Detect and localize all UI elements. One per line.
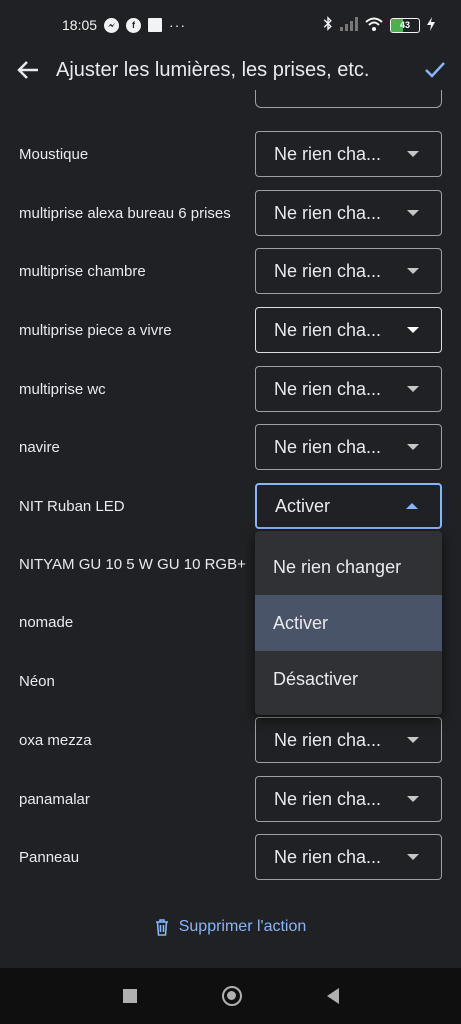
dropdown-arrow-icon [407,444,419,450]
device-row: Moustique Ne rien cha... [0,130,461,178]
device-label: multiprise wc [19,380,106,398]
menu-option-no-change[interactable]: Ne rien changer [255,539,442,595]
select-value: Ne rien cha... [274,319,382,340]
menu-option-deactivate[interactable]: Désactiver [255,651,442,707]
check-icon [425,62,445,78]
dropdown-arrow-icon [407,854,419,860]
delete-action-label: Supprimer l'action [178,918,307,935]
device-row: multiprise chambre Ne rien cha... [0,247,461,295]
notification-square-icon [148,18,163,32]
dropdown-menu: Ne rien changer Activer Désactiver [255,531,442,715]
select-value: Ne rien cha... [274,143,382,164]
confirm-button[interactable] [409,50,461,90]
status-time: 18:05 [62,17,98,33]
action-select[interactable]: Ne rien cha... [255,776,442,822]
select-value: Ne rien cha... [274,202,382,223]
device-row: panamalar Ne rien cha... [0,775,461,823]
messenger-icon [104,17,120,33]
select-value: Ne rien cha... [274,788,382,809]
device-label: Néon [19,672,55,690]
dropdown-arrow-icon [407,151,419,157]
device-row: NIT Ruban LED Activer [0,482,461,530]
action-select[interactable]: Ne rien cha... [255,307,442,353]
status-left: 18:05 f ··· [62,17,186,33]
wifi-icon [365,17,383,34]
device-row: oxa mezza Ne rien cha... [0,716,461,764]
device-row: multiprise wc Ne rien cha... [0,365,461,413]
device-label: panamalar [19,790,90,808]
facebook-icon: f [126,17,142,33]
bluetooth-icon [323,16,333,34]
action-select[interactable]: Ne rien cha... [255,190,442,236]
dropdown-arrow-icon [407,268,419,274]
device-list: Moustique Ne rien cha... multiprise alex… [0,90,461,968]
home-button[interactable] [221,986,242,1006]
page-title: Ajuster les lumières, les prises, etc. [56,58,370,81]
device-row: multiprise alexa bureau 6 prises Ne rien… [0,189,461,237]
battery-icon: 43 [390,17,420,33]
device-label: NITYAM GU 10 5 W GU 10 RGB+ [19,555,246,573]
select-value: Ne rien cha... [274,436,382,457]
signal-icon [340,16,358,34]
dropdown-arrow-up-icon [406,503,418,509]
app-bar: Ajuster les lumières, les prises, etc. [0,50,461,90]
dropdown-arrow-icon [407,210,419,216]
action-select[interactable]: Ne rien cha... [255,424,442,470]
select-value: Ne rien cha... [274,260,382,281]
dropdown-arrow-icon [407,386,419,392]
device-row: Panneau Ne rien cha... [0,833,461,881]
dropdown-arrow-icon [407,796,419,802]
device-row: navire Ne rien cha... [0,423,461,471]
select-value: Ne rien cha... [274,378,382,399]
trash-icon [155,918,168,936]
device-label: multiprise piece a vivre [19,321,172,339]
partial-select-field[interactable] [255,90,442,108]
dropdown-arrow-icon [407,327,419,333]
device-label: NIT Ruban LED [19,497,125,515]
device-row: multiprise piece a vivre Ne rien cha... [0,306,461,354]
device-label: navire [19,438,60,456]
device-label: nomade [19,613,74,631]
menu-option-activate[interactable]: Activer [255,595,442,651]
arrow-back-icon [17,61,38,79]
dropdown-arrow-icon [407,737,419,743]
recents-button[interactable] [122,989,137,1003]
select-value: Ne rien cha... [274,729,382,750]
device-label: multiprise alexa bureau 6 prises [19,204,231,222]
more-notifications-icon: ··· [169,17,187,33]
action-select[interactable]: Ne rien cha... [255,248,442,294]
charging-icon [427,16,435,34]
delete-action-button[interactable]: Supprimer l'action [0,909,461,945]
device-label: Panneau [19,848,80,866]
battery-level: 43 [399,20,410,30]
device-label: multiprise chambre [19,262,146,280]
action-select[interactable]: Ne rien cha... [255,717,442,763]
select-value: Ne rien cha... [274,846,382,867]
status-right: 43 [323,16,435,34]
action-select-open[interactable]: Activer [255,483,442,529]
action-select[interactable]: Ne rien cha... [255,834,442,880]
device-label: oxa mezza [19,731,92,749]
system-nav-bar [0,968,461,1024]
device-label: Moustique [19,145,89,163]
action-select[interactable]: Ne rien cha... [255,131,442,177]
system-back-button[interactable] [326,988,339,1004]
back-button[interactable] [0,50,56,90]
select-value: Activer [275,495,331,516]
action-select[interactable]: Ne rien cha... [255,366,442,412]
status-bar: 18:05 f ··· 43 [0,0,461,50]
